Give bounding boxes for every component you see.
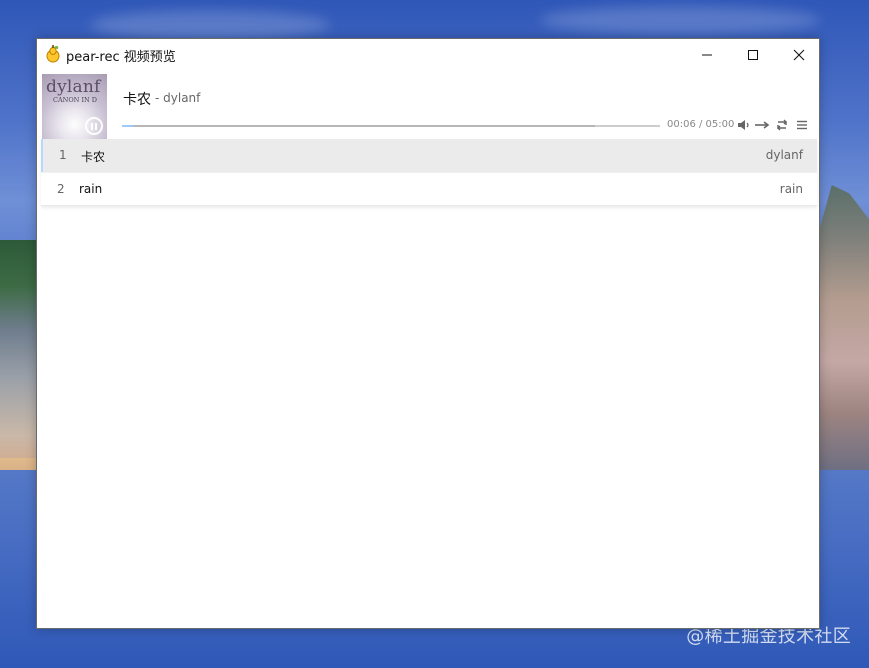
cloud (540, 6, 820, 34)
maximize-button[interactable] (730, 39, 776, 70)
playlist-item-index: 1 (59, 148, 67, 162)
playlist: 1 卡农 dylanf 2 rain rain (41, 139, 817, 206)
order-icon (755, 121, 770, 129)
playlist-item-title: 卡农 (81, 150, 106, 164)
left-cliff (0, 240, 40, 490)
playlist-item-index: 2 (57, 182, 65, 196)
window-title: pear-rec 视频预览 (66, 50, 176, 65)
playlist-item[interactable]: 1 卡农 dylanf (41, 139, 817, 172)
current-song-artist: - dylanf (155, 91, 201, 105)
minimize-button[interactable] (684, 39, 730, 70)
pause-icon[interactable] (85, 117, 103, 135)
volume-button[interactable] (736, 117, 752, 133)
minimize-icon (702, 54, 712, 55)
progress-buffered (122, 125, 596, 127)
progress-bar[interactable] (122, 125, 660, 127)
playlist-item-author: dylanf (765, 148, 803, 162)
pear-app-icon (46, 45, 60, 63)
loop-button[interactable] (774, 117, 790, 133)
current-song-title: 卡农 (123, 92, 151, 108)
playlist-item-author: rain (779, 182, 803, 196)
time-display: 00:06 / 05:00 (667, 119, 735, 130)
right-cliff (820, 185, 869, 470)
menu-icon (797, 120, 807, 130)
cover-subtitle-lettering: CANON IN D (53, 96, 97, 104)
maximize-icon (748, 49, 758, 60)
loop-icon (777, 119, 787, 131)
close-button[interactable] (776, 39, 822, 70)
cloud (90, 10, 330, 40)
order-button[interactable] (754, 117, 770, 133)
cover-artist-lettering: dylanf (46, 77, 101, 97)
window-titlebar[interactable]: pear-rec 视频预览 (37, 39, 819, 70)
close-icon (793, 49, 805, 60)
app-window: pear-rec 视频预览 dylanf CANON IN D 卡农 - dyl… (36, 38, 820, 629)
playlist-menu-button[interactable] (794, 117, 810, 133)
playlist-item[interactable]: 2 rain rain (41, 172, 817, 205)
music-player: dylanf CANON IN D 卡农 - dylanf 00:06 / 05… (41, 73, 817, 139)
progress-played (122, 125, 133, 127)
volume-icon (738, 120, 749, 130)
album-cover[interactable]: dylanf CANON IN D (42, 74, 107, 139)
playlist-item-title: rain (79, 182, 103, 196)
